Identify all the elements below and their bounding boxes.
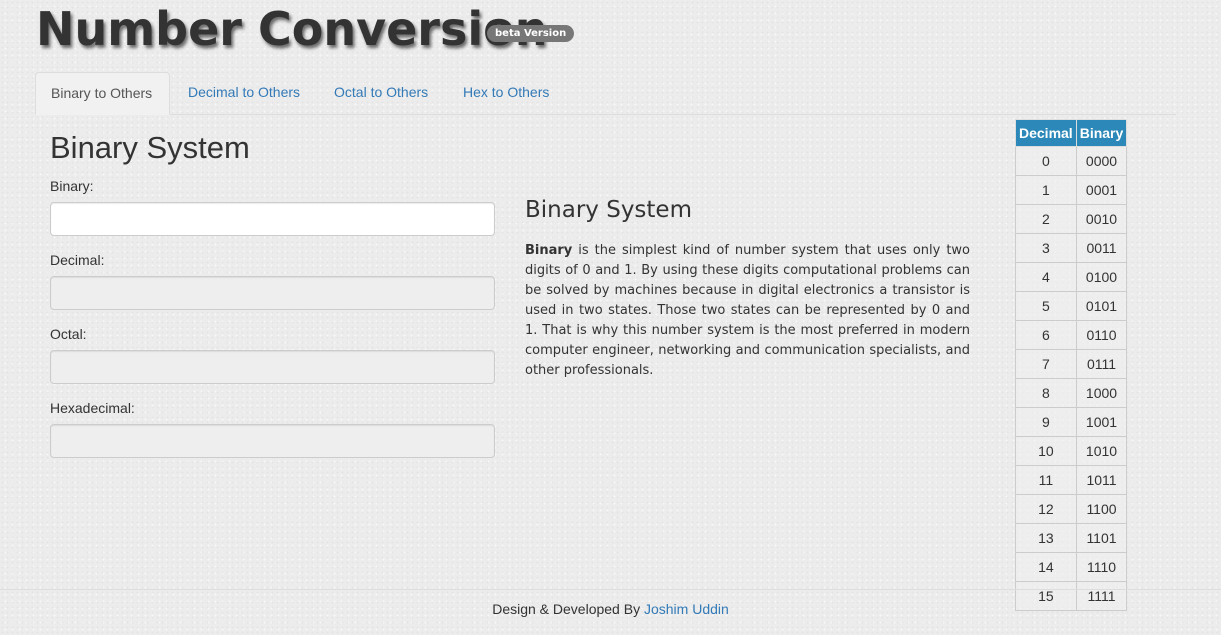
table-cell-decimal: 12: [1015, 494, 1077, 524]
beta-badge: beta Version: [487, 25, 575, 42]
table-cell-decimal: 2: [1015, 204, 1077, 234]
table-row: 8 1000: [1015, 378, 1128, 408]
table-cell-decimal: 9: [1015, 407, 1077, 437]
table-cell-decimal: 3: [1015, 233, 1077, 263]
decimal-output[interactable]: [50, 276, 495, 310]
table-row: 6 0110: [1015, 320, 1128, 350]
table-body: 0 0000 1 0001 2 0010 3 0011 4 0100 5 0101 6 0110 7 0111…: [1015, 146, 1128, 611]
author-link[interactable]: Joshim Uddin: [644, 601, 729, 617]
table-header-decimal: Decimal: [1015, 119, 1077, 147]
decimal-label: Decimal:: [50, 252, 105, 268]
table-row: 2 0010: [1015, 204, 1128, 234]
octal-label: Octal:: [50, 326, 87, 342]
table-row: 9 1001: [1015, 407, 1128, 437]
table-row: 14 1110: [1015, 552, 1128, 582]
table-cell-binary: 0100: [1075, 262, 1128, 292]
table-row: 13 1101: [1015, 523, 1128, 553]
hexadecimal-output[interactable]: [50, 424, 495, 458]
table-cell-decimal: 4: [1015, 262, 1077, 292]
table-cell-binary: 1010: [1075, 436, 1128, 466]
binary-input[interactable]: [50, 202, 495, 236]
table-row: 7 0111: [1015, 349, 1128, 379]
table-cell-binary: 1001: [1075, 407, 1128, 437]
table-cell-binary: 0101: [1075, 291, 1128, 321]
footer: Design & Developed By Joshim Uddin: [0, 589, 1221, 635]
table-cell-decimal: 6: [1015, 320, 1077, 350]
table-cell-decimal: 7: [1015, 349, 1077, 379]
table-header-binary: Binary: [1075, 119, 1128, 147]
table-cell-binary: 1011: [1075, 465, 1128, 495]
table-cell-binary: 0010: [1075, 204, 1128, 234]
info-body: is the simplest kind of number system th…: [525, 243, 970, 378]
tab-bar: Binary to Others Decimal to Others Octal…: [35, 72, 1176, 115]
info-bold-term: Binary: [525, 243, 573, 258]
footer-text: Design & Developed By: [492, 601, 644, 617]
table-row: 3 0011: [1015, 233, 1128, 263]
table-cell-decimal: 11: [1015, 465, 1077, 495]
table-cell-decimal: 1: [1015, 175, 1077, 205]
table-cell-binary: 0000: [1075, 146, 1128, 176]
table-row: 11 1011: [1015, 465, 1128, 495]
table-cell-decimal: 10: [1015, 436, 1077, 466]
table-row: 10 1010: [1015, 436, 1128, 466]
app-title: Number Conversion: [36, 2, 548, 56]
table-row: 1 0001: [1015, 175, 1128, 205]
table-cell-decimal: 5: [1015, 291, 1077, 321]
table-cell-decimal: 14: [1015, 552, 1077, 582]
form-heading: Binary System: [50, 130, 250, 165]
table-row: 4 0100: [1015, 262, 1128, 292]
info-heading: Binary System: [525, 197, 692, 223]
octal-output[interactable]: [50, 350, 495, 384]
table-row: 12 1100: [1015, 494, 1128, 524]
table-cell-binary: 0011: [1075, 233, 1128, 263]
info-paragraph: Binary is the simplest kind of number sy…: [525, 241, 970, 381]
decimal-binary-table: Decimal Binary 0 0000 1 0001 2 0010 3 0011 4 0100…: [1015, 119, 1128, 611]
table-cell-binary: 0111: [1075, 349, 1128, 379]
tab-hex-to-others[interactable]: Hex to Others: [448, 72, 564, 114]
table-cell-binary: 0110: [1075, 320, 1128, 350]
table-row: 0 0000: [1015, 146, 1128, 176]
tab-binary-to-others[interactable]: Binary to Others: [35, 72, 170, 115]
hexadecimal-label: Hexadecimal:: [50, 400, 135, 416]
tab-decimal-to-others[interactable]: Decimal to Others: [173, 72, 315, 114]
table-cell-binary: 1110: [1075, 552, 1128, 582]
table-cell-binary: 1101: [1075, 523, 1128, 553]
table-cell-decimal: 13: [1015, 523, 1077, 553]
table-cell-binary: 1000: [1075, 378, 1128, 408]
table-cell-binary: 1100: [1075, 494, 1128, 524]
table-cell-decimal: 0: [1015, 146, 1077, 176]
tab-octal-to-others[interactable]: Octal to Others: [319, 72, 443, 114]
table-cell-binary: 0001: [1075, 175, 1128, 205]
binary-label: Binary:: [50, 178, 94, 194]
table-cell-decimal: 8: [1015, 378, 1077, 408]
table-row: 5 0101: [1015, 291, 1128, 321]
